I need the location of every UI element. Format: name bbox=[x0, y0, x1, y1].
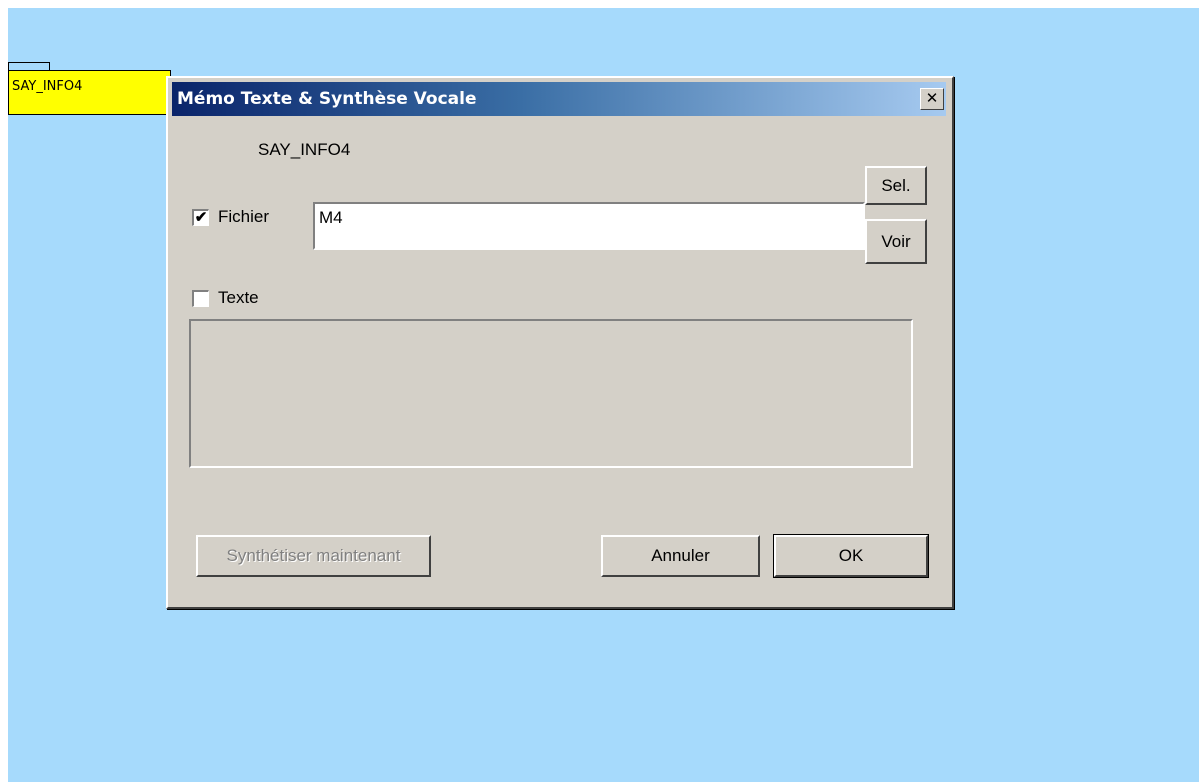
close-button[interactable]: ✕ bbox=[920, 88, 944, 110]
memo-dialog: Mémo Texte & Synthèse Vocale ✕ SAY_INFO4… bbox=[166, 76, 954, 609]
node-label: SAY_INFO4 bbox=[12, 79, 83, 94]
select-button-label: Sel. bbox=[881, 176, 911, 195]
ok-button[interactable]: OK bbox=[773, 534, 929, 578]
texte-area[interactable] bbox=[189, 319, 913, 468]
fichier-checkbox[interactable]: ✔ bbox=[192, 209, 209, 226]
synthesize-now-label: Synthétiser maintenant bbox=[226, 546, 401, 565]
cancel-button[interactable]: Annuler bbox=[601, 535, 760, 577]
fichier-input[interactable]: M4 bbox=[313, 202, 865, 250]
synthesize-now-button[interactable]: Synthétiser maintenant bbox=[196, 535, 431, 577]
checkmark-icon: ✔ bbox=[194, 209, 208, 226]
texte-checkbox[interactable] bbox=[192, 290, 209, 307]
ok-button-label: OK bbox=[838, 546, 864, 565]
say-info4-node[interactable]: SAY_INFO4 bbox=[8, 70, 171, 115]
dialog-title: Mémo Texte & Synthèse Vocale bbox=[177, 89, 477, 109]
select-button[interactable]: Sel. bbox=[865, 166, 927, 205]
fichier-value: M4 bbox=[319, 208, 343, 227]
view-button[interactable]: Voir bbox=[865, 219, 927, 264]
dialog-titlebar[interactable]: Mémo Texte & Synthèse Vocale ✕ bbox=[172, 82, 946, 116]
close-icon: ✕ bbox=[925, 89, 939, 107]
texte-label: Texte bbox=[218, 288, 259, 307]
node-name-label: SAY_INFO4 bbox=[258, 140, 351, 159]
cancel-button-label: Annuler bbox=[651, 546, 710, 565]
fichier-label: Fichier bbox=[218, 207, 270, 226]
view-button-label: Voir bbox=[881, 232, 911, 251]
